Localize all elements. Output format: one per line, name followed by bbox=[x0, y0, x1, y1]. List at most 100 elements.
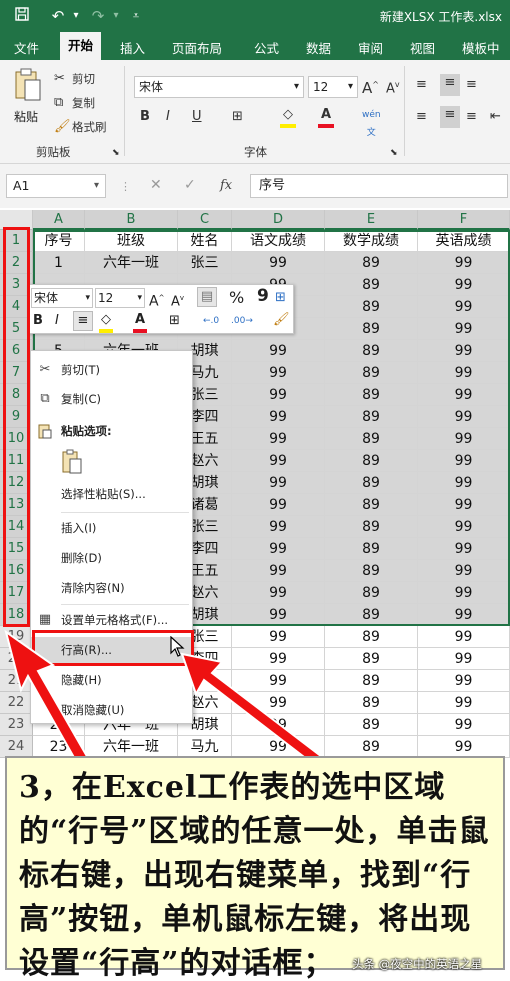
cell-col-e[interactable]: 89 bbox=[325, 450, 418, 472]
cut-icon[interactable]: ✂ bbox=[54, 70, 65, 88]
cell-col-f[interactable]: 99 bbox=[418, 362, 510, 384]
cell-col-e[interactable]: 89 bbox=[325, 274, 418, 296]
tab-formulas[interactable]: 公式 bbox=[254, 38, 279, 57]
cell-col-e[interactable]: 89 bbox=[325, 406, 418, 428]
save-icon[interactable] bbox=[12, 6, 32, 26]
row-header[interactable]: 22 bbox=[0, 692, 33, 714]
tab-view[interactable]: 视图 bbox=[410, 38, 435, 57]
column-header-e[interactable]: E bbox=[325, 210, 418, 230]
cell-col-e[interactable]: 89 bbox=[325, 318, 418, 340]
fill-color-icon[interactable]: ◇ bbox=[280, 106, 296, 128]
cell-col-e[interactable]: 89 bbox=[325, 494, 418, 516]
mini-format-painter-icon[interactable]: 🖌 bbox=[273, 311, 290, 329]
cell-col-e[interactable]: 89 bbox=[325, 692, 418, 714]
cell-col-c[interactable]: 马九 bbox=[178, 736, 232, 758]
menu-item-insert[interactable]: 插入(I) bbox=[31, 515, 192, 541]
dialog-launcher-icon[interactable]: ⬊ bbox=[390, 144, 398, 162]
cell-col-d[interactable]: 99 bbox=[232, 340, 325, 362]
cell-col-d[interactable]: 99 bbox=[232, 626, 325, 648]
cell-col-f[interactable]: 99 bbox=[418, 582, 510, 604]
cell-col-e[interactable]: 89 bbox=[325, 428, 418, 450]
cell-col-f[interactable]: 99 bbox=[418, 340, 510, 362]
decrease-font-icon[interactable]: Av bbox=[171, 289, 184, 311]
copy-icon[interactable]: ⧉ bbox=[54, 94, 63, 112]
format-painter-button[interactable]: 格式刷 bbox=[72, 119, 107, 135]
chevron-down-icon[interactable]: ▾ bbox=[66, 6, 86, 26]
cancel-icon[interactable]: ✕ bbox=[150, 177, 162, 193]
cell-col-a[interactable]: 1 bbox=[33, 252, 85, 274]
cell-col-f[interactable]: 99 bbox=[418, 318, 510, 340]
row-header[interactable]: 23 bbox=[0, 714, 33, 736]
cell-col-f[interactable]: 99 bbox=[418, 604, 510, 626]
chevron-down-icon[interactable]: ▾ bbox=[106, 6, 126, 26]
cell-col-e[interactable]: 89 bbox=[325, 626, 418, 648]
cell-col-e[interactable]: 89 bbox=[325, 582, 418, 604]
cell-col-f[interactable]: 99 bbox=[418, 406, 510, 428]
decrease-font-icon[interactable]: Av bbox=[386, 76, 400, 98]
cell-col-d[interactable]: 99 bbox=[232, 670, 325, 692]
mini-italic-button[interactable]: I bbox=[55, 312, 59, 330]
dialog-launcher-icon[interactable]: ⬊ bbox=[112, 144, 120, 162]
cell-col-d[interactable]: 99 bbox=[232, 428, 325, 450]
cell-col-e[interactable]: 89 bbox=[325, 384, 418, 406]
cell-col-f[interactable]: 99 bbox=[418, 296, 510, 318]
copy-button[interactable]: 复制 bbox=[72, 95, 95, 111]
menu-item-paste-special[interactable]: 选择性粘贴(S)... bbox=[31, 481, 192, 507]
menu-item-cut[interactable]: ✂ 剪切(T) bbox=[31, 357, 192, 383]
font-size-select[interactable]: 12 ▾ bbox=[308, 76, 358, 98]
mini-fill-color-icon[interactable]: ◇ bbox=[99, 311, 113, 333]
tab-review[interactable]: 审阅 bbox=[358, 38, 383, 57]
column-header-f[interactable]: F bbox=[418, 210, 510, 230]
cell-col-d[interactable]: 语文成绩 bbox=[232, 230, 325, 252]
decrease-decimal-icon[interactable]: .00→ bbox=[231, 312, 253, 330]
row-header[interactable]: 20 bbox=[0, 648, 33, 670]
cell-col-d[interactable]: 99 bbox=[232, 406, 325, 428]
row-header[interactable]: 24 bbox=[0, 736, 33, 758]
menu-item-copy[interactable]: ⧉ 复制(C) bbox=[31, 386, 192, 412]
tab-home[interactable]: 开始 bbox=[60, 32, 102, 60]
cell-col-f[interactable]: 99 bbox=[418, 714, 510, 736]
menu-item-hide[interactable]: 隐藏(H) bbox=[31, 667, 192, 693]
column-header-d[interactable]: D bbox=[232, 210, 325, 230]
cell-col-f[interactable]: 99 bbox=[418, 252, 510, 274]
font-name-select[interactable]: 宋体 ▾ bbox=[134, 76, 304, 98]
cell-col-f[interactable]: 99 bbox=[418, 648, 510, 670]
cell-col-d[interactable]: 99 bbox=[232, 648, 325, 670]
column-header-b[interactable]: B bbox=[85, 210, 178, 230]
cell-col-d[interactable]: 99 bbox=[232, 472, 325, 494]
tab-data[interactable]: 数据 bbox=[306, 38, 331, 57]
cell-col-c[interactable]: 张三 bbox=[178, 252, 232, 274]
menu-item-clear-contents[interactable]: 清除内容(N) bbox=[31, 575, 192, 601]
cell-col-f[interactable]: 99 bbox=[418, 692, 510, 714]
cell-col-e[interactable]: 89 bbox=[325, 362, 418, 384]
italic-button[interactable]: I bbox=[166, 108, 170, 126]
row-header[interactable]: 19 bbox=[0, 626, 33, 648]
menu-item-unhide[interactable]: 取消隐藏(U) bbox=[31, 697, 192, 723]
increase-decimal-icon[interactable]: ←.0 bbox=[203, 312, 219, 330]
cell-col-e[interactable]: 89 bbox=[325, 714, 418, 736]
cell-col-f[interactable]: 99 bbox=[418, 274, 510, 296]
customize-icon[interactable]: ⩡ bbox=[126, 6, 146, 26]
cell-col-b[interactable]: 班级 bbox=[85, 230, 178, 252]
cell-col-f[interactable]: 99 bbox=[418, 450, 510, 472]
wrap-format-icon[interactable]: ⊞ bbox=[275, 289, 286, 307]
cell-col-d[interactable]: 99 bbox=[232, 538, 325, 560]
cell-col-f[interactable]: 99 bbox=[418, 670, 510, 692]
align-center-icon[interactable]: ≡ bbox=[440, 106, 460, 128]
cell-col-d[interactable]: 99 bbox=[232, 560, 325, 582]
tab-page-layout[interactable]: 页面布局 bbox=[172, 38, 222, 57]
increase-font-icon[interactable]: A^ bbox=[362, 76, 379, 97]
cell-col-d[interactable]: 99 bbox=[232, 604, 325, 626]
align-middle-icon[interactable]: ≡ bbox=[440, 74, 460, 96]
cell-col-f[interactable]: 99 bbox=[418, 736, 510, 758]
cell-col-d[interactable]: 99 bbox=[232, 494, 325, 516]
tab-insert[interactable]: 插入 bbox=[120, 38, 145, 57]
cell-col-d[interactable]: 99 bbox=[232, 736, 325, 758]
cell-col-e[interactable]: 数学成绩 bbox=[325, 230, 418, 252]
percent-button[interactable]: % bbox=[229, 289, 244, 307]
paste-option-button[interactable] bbox=[61, 449, 87, 477]
decrease-indent-icon[interactable]: ⇤ bbox=[490, 108, 501, 126]
cell-col-d[interactable]: 99 bbox=[232, 384, 325, 406]
cell-col-e[interactable]: 89 bbox=[325, 516, 418, 538]
cell-col-f[interactable]: 99 bbox=[418, 384, 510, 406]
